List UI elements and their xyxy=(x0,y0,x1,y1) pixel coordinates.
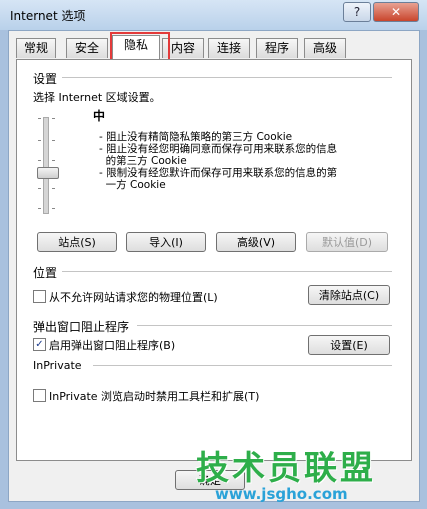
slider-tick xyxy=(52,160,55,161)
slider-tick xyxy=(38,140,41,141)
inprivate-header: InPrivate xyxy=(33,359,82,372)
sites-button[interactable]: 站点(S) xyxy=(37,232,117,252)
location-header: 位置 xyxy=(33,266,58,280)
tab-advanced[interactable]: 高级 xyxy=(304,38,346,58)
window-title: Internet 选项 xyxy=(10,9,86,23)
slider-tick xyxy=(38,160,41,161)
slider-tick xyxy=(38,118,41,119)
popup-header: 弹出窗口阻止程序 xyxy=(33,320,130,334)
privacy-description-5: 一方 Cookie xyxy=(99,179,166,191)
location-checkbox[interactable] xyxy=(33,290,46,303)
slider-tick xyxy=(38,188,41,189)
location-divider xyxy=(62,271,392,272)
import-button[interactable]: 导入(I) xyxy=(126,232,206,252)
close-button[interactable]: ✕ xyxy=(373,2,419,22)
inprivate-divider xyxy=(93,365,392,366)
popup-divider xyxy=(137,325,392,326)
privacy-slider-track[interactable] xyxy=(43,117,49,214)
watermark-logo: 技术员联盟 xyxy=(196,448,376,487)
popup-checkbox[interactable]: ✓ xyxy=(33,338,46,351)
privacy-description-1: - 阻止没有精简隐私策略的第三方 Cookie xyxy=(99,131,293,143)
privacy-slider-thumb[interactable] xyxy=(37,167,59,179)
clear-sites-button[interactable]: 清除站点(C) xyxy=(308,285,390,305)
zone-prompt: 选择 Internet 区域设置。 xyxy=(33,91,161,104)
tab-security[interactable]: 安全 xyxy=(66,38,108,58)
help-button[interactable]: ? xyxy=(343,2,371,22)
location-checkbox-label[interactable]: 从不允许网站请求您的物理位置(L) xyxy=(49,289,218,305)
privacy-description-3: 的第三方 Cookie xyxy=(99,155,187,167)
popup-settings-button[interactable]: 设置(E) xyxy=(308,335,390,355)
popup-checkbox-label[interactable]: 启用弹出窗口阻止程序(B) xyxy=(49,337,175,353)
inprivate-checkbox[interactable] xyxy=(33,389,46,402)
tab-connections[interactable]: 连接 xyxy=(208,38,250,58)
slider-tick xyxy=(38,208,41,209)
slider-tick xyxy=(52,188,55,189)
advanced-button[interactable]: 高级(V) xyxy=(216,232,296,252)
privacy-description-2: - 阻止没有经您明确同意而保存可用来联系您的信息 xyxy=(99,143,338,155)
tab-programs[interactable]: 程序 xyxy=(256,38,298,58)
inprivate-checkbox-label[interactable]: InPrivate 浏览启动时禁用工具栏和扩展(T) xyxy=(49,388,259,404)
tab-general[interactable]: 常规 xyxy=(16,38,56,58)
slider-tick xyxy=(52,140,55,141)
slider-tick xyxy=(52,118,55,119)
settings-header: 设置 xyxy=(33,72,58,86)
tab-privacy[interactable]: 隐私 xyxy=(112,35,160,59)
slider-tick xyxy=(52,208,55,209)
default-button[interactable]: 默认值(D) xyxy=(306,232,388,252)
watermark-url: www.jsgho.com xyxy=(215,485,348,503)
privacy-level: 中 xyxy=(93,109,106,123)
privacy-description-4: - 限制没有经您默许而保存可用来联系您的信息的第 xyxy=(99,167,338,179)
settings-divider xyxy=(62,77,392,78)
